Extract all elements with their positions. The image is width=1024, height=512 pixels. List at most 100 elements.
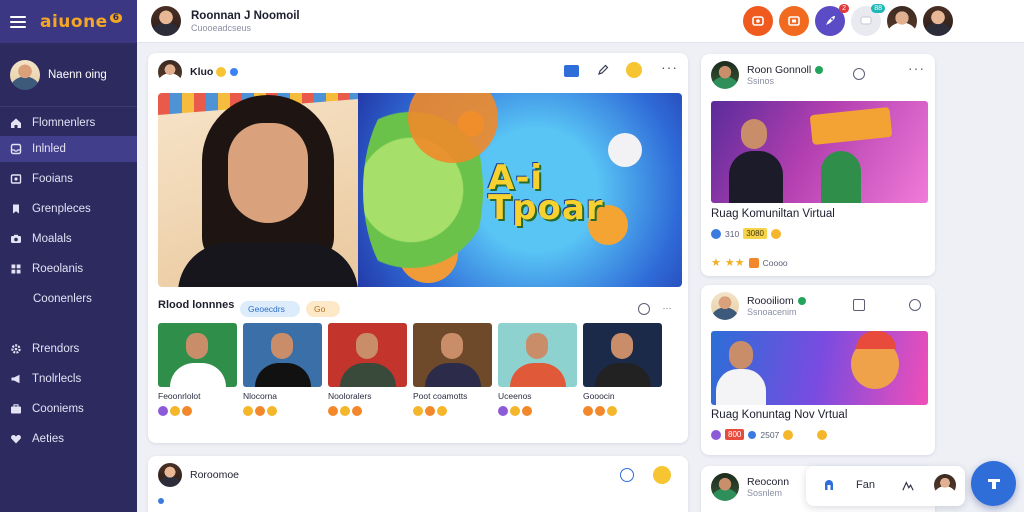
creator-thumbnail-image: [158, 323, 237, 387]
toolbar-label[interactable]: Fan: [856, 479, 875, 491]
reaction-row: [413, 406, 492, 416]
reaction-icon[interactable]: [182, 406, 192, 416]
creator-thumbnail-image: [243, 323, 322, 387]
sidebar-item-business[interactable]: Cooniems: [0, 396, 137, 422]
creator-thumbnail[interactable]: Gooocin: [583, 323, 662, 416]
creator-thumbnail[interactable]: Feoonrlolot: [158, 323, 237, 416]
reaction-icon[interactable]: [510, 406, 520, 416]
refresh-icon[interactable]: [638, 303, 650, 315]
video-button[interactable]: [779, 6, 809, 36]
edit-icon[interactable]: [596, 63, 610, 77]
side-post-image[interactable]: [711, 331, 928, 405]
more-small-icon[interactable]: ···: [660, 301, 674, 315]
friend-avatar-2[interactable]: [923, 6, 953, 36]
side-post-card-1: Roon Gonnoll Ssinos ··· Ruag Komuniltan …: [701, 54, 935, 276]
author-avatar[interactable]: [158, 463, 182, 487]
megaphone-icon: [10, 373, 22, 385]
reaction-icon[interactable]: [158, 406, 168, 416]
author-name[interactable]: Reoconn: [747, 476, 789, 488]
reaction-icon[interactable]: [626, 62, 642, 78]
author-name[interactable]: Roon Gonnoll: [747, 64, 811, 76]
creator-thumbnail-caption: Poot coamotts: [413, 391, 468, 401]
creator-thumbnail[interactable]: Uceenos: [498, 323, 577, 416]
creator-thumbnails: Feoonrlolot Nlocorna Nooloralers Poot coamo…: [158, 323, 662, 416]
side-post-title[interactable]: Ruag Konuntag Nov Vrtual: [711, 409, 847, 421]
reaction-row: [158, 406, 237, 416]
creator-thumbnail[interactable]: Nooloralers: [328, 323, 407, 416]
side-post-title[interactable]: Ruag Komuniltan Virtual: [711, 208, 835, 220]
reaction-icon[interactable]: [413, 406, 423, 416]
reaction-icon[interactable]: [340, 406, 350, 416]
sidebar-item-bookmarks[interactable]: Grenpleces: [0, 196, 137, 222]
emoji-icon: [817, 429, 828, 440]
reaction-icon[interactable]: [653, 466, 671, 484]
messages-button[interactable]: 88: [851, 4, 885, 36]
reaction-row: [243, 406, 322, 416]
verified-icon: [815, 66, 824, 75]
message-badge: 88: [871, 4, 885, 13]
post-hero-image[interactable]: A-i Tpoar: [158, 93, 682, 287]
boost-button[interactable]: 2: [815, 4, 849, 36]
reaction-icon[interactable]: [267, 406, 277, 416]
footer-text: Coooo: [762, 257, 788, 268]
live-button[interactable]: [743, 6, 773, 36]
author-avatar[interactable]: [711, 292, 739, 320]
sidebar-item-announcements[interactable]: Tnolrlecls: [0, 366, 137, 392]
author-name[interactable]: Roooiliom: [747, 295, 794, 307]
reaction-icon[interactable]: [170, 406, 180, 416]
reaction-icon[interactable]: [607, 406, 617, 416]
reaction-icon[interactable]: [437, 406, 447, 416]
reaction-icon[interactable]: [352, 406, 362, 416]
video-icon: [788, 16, 800, 26]
reaction-icon[interactable]: [425, 406, 435, 416]
emoji-icon: [783, 429, 794, 440]
settings-icon[interactable]: [909, 299, 921, 311]
reaction-icon[interactable]: [595, 406, 605, 416]
status-dot: [158, 498, 164, 504]
share-icon[interactable]: [853, 68, 865, 80]
reaction-icon[interactable]: [498, 406, 508, 416]
compose-button[interactable]: [971, 461, 1016, 506]
creator-thumbnail[interactable]: Poot coamotts: [413, 323, 492, 416]
author-name[interactable]: Roroomoe: [190, 469, 239, 481]
sidebar-item-inbox[interactable]: Inlnled: [0, 136, 137, 162]
chip-go[interactable]: Go: [306, 301, 340, 317]
author-avatar[interactable]: [158, 60, 182, 84]
more-options-icon[interactable]: ···: [908, 61, 925, 75]
sidebar-item-settings[interactable]: Rrendors: [0, 336, 137, 362]
menu-icon[interactable]: [10, 15, 26, 28]
chip-creators[interactable]: Geoecdrs: [240, 301, 300, 317]
toolbar-avatar[interactable]: [934, 474, 956, 496]
sidebar-user[interactable]: Naenn oing: [0, 43, 137, 107]
briefcase-icon: [10, 403, 22, 415]
reaction-icon[interactable]: [522, 406, 532, 416]
sidebar-item-home[interactable]: Flomnenlers: [0, 110, 137, 136]
reaction-icon[interactable]: [243, 406, 253, 416]
sidebar-item-label: Tnolrlecls: [32, 373, 82, 385]
author-avatar[interactable]: [711, 61, 739, 89]
comment-icon[interactable]: [620, 468, 634, 482]
creator-thumbnail-image: [328, 323, 407, 387]
app-logo[interactable]: aiuone 6: [40, 12, 123, 32]
reaction-icon[interactable]: [583, 406, 593, 416]
author-name[interactable]: Kluo: [190, 66, 213, 78]
creator-thumbnail[interactable]: Nlocorna: [243, 323, 322, 416]
reaction-icon[interactable]: [328, 406, 338, 416]
more-options-icon[interactable]: ···: [661, 60, 678, 74]
friend-avatar-1[interactable]: [887, 6, 917, 36]
side-post-image[interactable]: [711, 101, 928, 203]
caption-icon[interactable]: [564, 65, 579, 77]
gift-icon: [748, 257, 759, 268]
reaction-icon[interactable]: [255, 406, 265, 416]
author-avatar[interactable]: [711, 473, 739, 501]
image-icon[interactable]: [853, 299, 865, 311]
sidebar-item-media[interactable]: Fooians: [0, 166, 137, 192]
sidebar-item-camera[interactable]: Moalals: [0, 226, 137, 252]
creator-thumbnail-image: [498, 323, 577, 387]
topbar-profile[interactable]: Roonnan J Noomoil Cuooeadcseus: [151, 6, 300, 36]
app-icon[interactable]: [820, 476, 838, 494]
users-icon[interactable]: [898, 477, 918, 495]
sidebar-item-grid[interactable]: Roeolanis: [0, 256, 137, 282]
sidebar-item-favorites[interactable]: Aeties: [0, 426, 137, 452]
sidebar-item-creators[interactable]: Coonenlers: [0, 286, 137, 312]
